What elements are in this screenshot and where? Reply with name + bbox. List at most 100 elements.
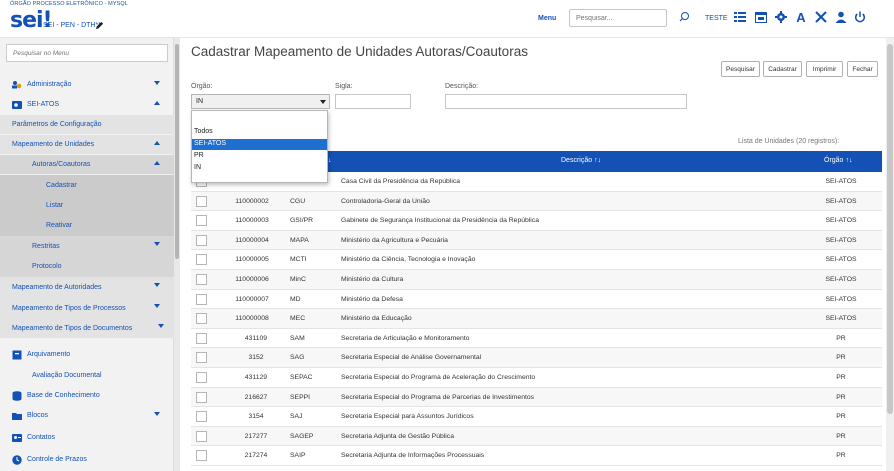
descricao-label: Descrição: — [445, 83, 479, 90]
unit-selector[interactable]: TESTE — [705, 15, 728, 22]
table-row[interactable]: 110000006 MinC Ministério da Cultura SEI-AT… — [191, 270, 882, 290]
table-row[interactable]: 3154 SAJ Secretaria Especial para Assuntos… — [191, 407, 882, 427]
sidebar-item-mapeamento-unidades[interactable]: Mapeamento de Unidades — [0, 135, 174, 154]
header-search-input[interactable] — [569, 9, 667, 27]
chevron-down-icon — [154, 242, 160, 246]
row-checkbox[interactable] — [196, 430, 207, 442]
menu-search-input[interactable] — [6, 44, 168, 62]
sidebar-item-protocolo[interactable]: Protocolo — [0, 256, 174, 277]
table-row[interactable]: 431109 SAM Secretaria de Articulação e Mon… — [191, 329, 882, 349]
sidebar-item-contatos[interactable]: Contatos — [0, 428, 174, 447]
cell-sigla: SAGEP — [290, 432, 314, 440]
orgao-option-in[interactable]: IN — [192, 163, 327, 174]
row-checkbox[interactable] — [196, 352, 207, 364]
power-icon[interactable] — [852, 9, 868, 25]
row-checkbox[interactable] — [196, 274, 207, 285]
row-checkbox[interactable] — [196, 293, 207, 305]
gear-icon[interactable] — [773, 9, 789, 25]
cell-sigla: MD — [290, 295, 301, 303]
fechar-button[interactable]: Fechar — [847, 61, 878, 77]
sidebar-item-listar[interactable]: Listar — [0, 195, 174, 215]
table-caption: Lista de Unidades (20 registros): — [738, 138, 840, 145]
table-row[interactable]: 217277 SAGEP Secretaria Adjunta de Gestão … — [191, 426, 882, 447]
table-row[interactable]: 110000008 MEC Ministério da Educação SEI-AT… — [191, 309, 882, 329]
sidebar-item-arquivamento[interactable]: Arquivamento — [0, 345, 174, 364]
orgao-select[interactable]: IN — [191, 94, 330, 109]
sidebar-item-mapeamento-autoridades[interactable]: Mapeamento de Autoridades — [0, 277, 174, 298]
cell-code: 217274 — [244, 452, 268, 460]
row-checkbox[interactable] — [196, 254, 207, 266]
cell-code: 431109 — [244, 334, 268, 342]
search-icon[interactable] — [677, 10, 691, 24]
sigla-input[interactable] — [335, 94, 411, 109]
sidebar-menu: Administração SEI-ATOS Parâmetros de Con… — [0, 38, 174, 471]
cell-code: 217277 — [244, 432, 268, 440]
pencil-icon[interactable] — [95, 21, 104, 30]
table-row[interactable]: 431129 SEPAC Secretaria Especial do Progra… — [191, 368, 882, 388]
cell-descricao: Controladoria-Geral da União — [341, 197, 430, 205]
sidebar-item-autoras-coautoras[interactable]: Autoras/Coautoras — [0, 155, 174, 174]
table-row[interactable]: 110000005 MCTI Ministério da Ciência, Tecn… — [191, 250, 882, 270]
tools-icon[interactable] — [813, 9, 829, 25]
list-icon[interactable] — [732, 9, 748, 25]
row-checkbox[interactable] — [196, 195, 207, 207]
row-checkbox[interactable] — [196, 411, 207, 423]
sidebar-item-avaliacao-documental[interactable]: Avaliação Documental — [0, 366, 174, 385]
chevron-up-icon — [154, 141, 160, 145]
table-row[interactable]: 3152 SAG Secretaria Especial de Análise Go… — [191, 348, 882, 368]
sidebar-item-blocos[interactable]: Blocos — [0, 406, 174, 425]
sigla-label: Sigla: — [335, 83, 353, 90]
table-row[interactable]: 216627 SEPPI Secretaria Especial do Progra… — [191, 387, 882, 408]
chevron-up-icon — [154, 101, 160, 105]
main-scroll-thumb[interactable] — [887, 44, 893, 414]
sidebar-scroll-thumb[interactable] — [175, 44, 179, 259]
table-row[interactable]: 110000004 MAPA Ministério da Agricultura e… — [191, 230, 882, 251]
sidebar-item-restritas[interactable]: Restritas — [0, 236, 174, 256]
table-row[interactable]: 217274 SAIP Secretaria Adjunta de Informaç… — [191, 446, 882, 466]
orgao-option-todos[interactable]: Todos — [192, 127, 327, 138]
chevron-up-icon — [154, 161, 160, 165]
cell-orgao: SEI-ATOS — [825, 276, 857, 283]
sidebar-item-reativar[interactable]: Reativar — [0, 215, 174, 236]
sei-logo[interactable]: sei! — [10, 8, 53, 33]
cell-descricao: Secretaria Especial de Análise Govername… — [341, 354, 482, 362]
cell-descricao: Secretaria Especial do Programa de Parce… — [341, 393, 535, 401]
table-row[interactable]: 110000003 GSI/PR Gabinete de Segurança Ins… — [191, 211, 882, 231]
chevron-down-icon — [158, 324, 164, 328]
pesquisar-button[interactable]: Pesquisar — [721, 61, 760, 77]
orgao-option-pr[interactable]: PR — [192, 151, 327, 162]
orgao-option-sei-atos[interactable]: SEI-ATOS — [192, 139, 327, 150]
orgao-option-blank[interactable] — [192, 116, 327, 127]
table-row[interactable]: 110000007 MD Ministério da Defesa SEI-ATOS — [191, 290, 882, 310]
sidebar-item-controle-prazos[interactable]: Controle de Prazos — [0, 450, 174, 469]
sidebar-item-cadastrar[interactable]: Cadastrar — [0, 175, 174, 195]
descricao-input[interactable] — [445, 94, 687, 109]
row-checkbox[interactable] — [196, 372, 207, 383]
font-size-icon[interactable]: A — [793, 9, 809, 25]
user-icon[interactable] — [833, 9, 849, 25]
sidebar-item-parametros[interactable]: Parâmetros de Configuração — [0, 115, 174, 134]
header-orgao[interactable]: Órgão ↑↓ — [824, 157, 852, 164]
imprimir-button[interactable]: Imprimir — [806, 61, 843, 77]
row-checkbox[interactable] — [196, 450, 207, 462]
chevron-down-icon — [154, 283, 160, 287]
sort-code-icon[interactable]: ↓ — [328, 157, 332, 164]
row-checkbox[interactable] — [196, 234, 207, 246]
cell-orgao: PR — [836, 393, 846, 401]
orgao-dropdown-list[interactable]: Todos SEI-ATOS PR IN — [191, 110, 328, 183]
calendar-icon[interactable] — [753, 9, 769, 25]
sidebar-item-base-conhecimento[interactable]: Base de Conhecimento — [0, 386, 174, 405]
cadastrar-button[interactable]: Cadastrar — [763, 61, 802, 77]
row-checkbox[interactable] — [196, 313, 207, 325]
row-checkbox[interactable] — [196, 215, 207, 227]
sidebar-item-mapeamento-tipos-documentos[interactable]: Mapeamento de Tipos de Documentos — [0, 318, 174, 338]
table-row[interactable]: 110000002 CGU Controladoria-Geral da União… — [191, 191, 882, 212]
sidebar-item-administracao[interactable]: Administração — [0, 75, 174, 94]
header-descricao[interactable]: Descrição ↑↓ — [561, 157, 601, 164]
row-checkbox[interactable] — [196, 332, 207, 344]
row-checkbox[interactable] — [196, 391, 207, 403]
sidebar-item-sei-atos[interactable]: SEI-ATOS — [0, 95, 174, 114]
cell-orgao: PR — [836, 334, 846, 342]
menu-toggle-link[interactable]: Menu — [538, 15, 556, 22]
sidebar-item-mapeamento-tipos-processos[interactable]: Mapeamento de Tipos de Processos — [0, 298, 174, 318]
